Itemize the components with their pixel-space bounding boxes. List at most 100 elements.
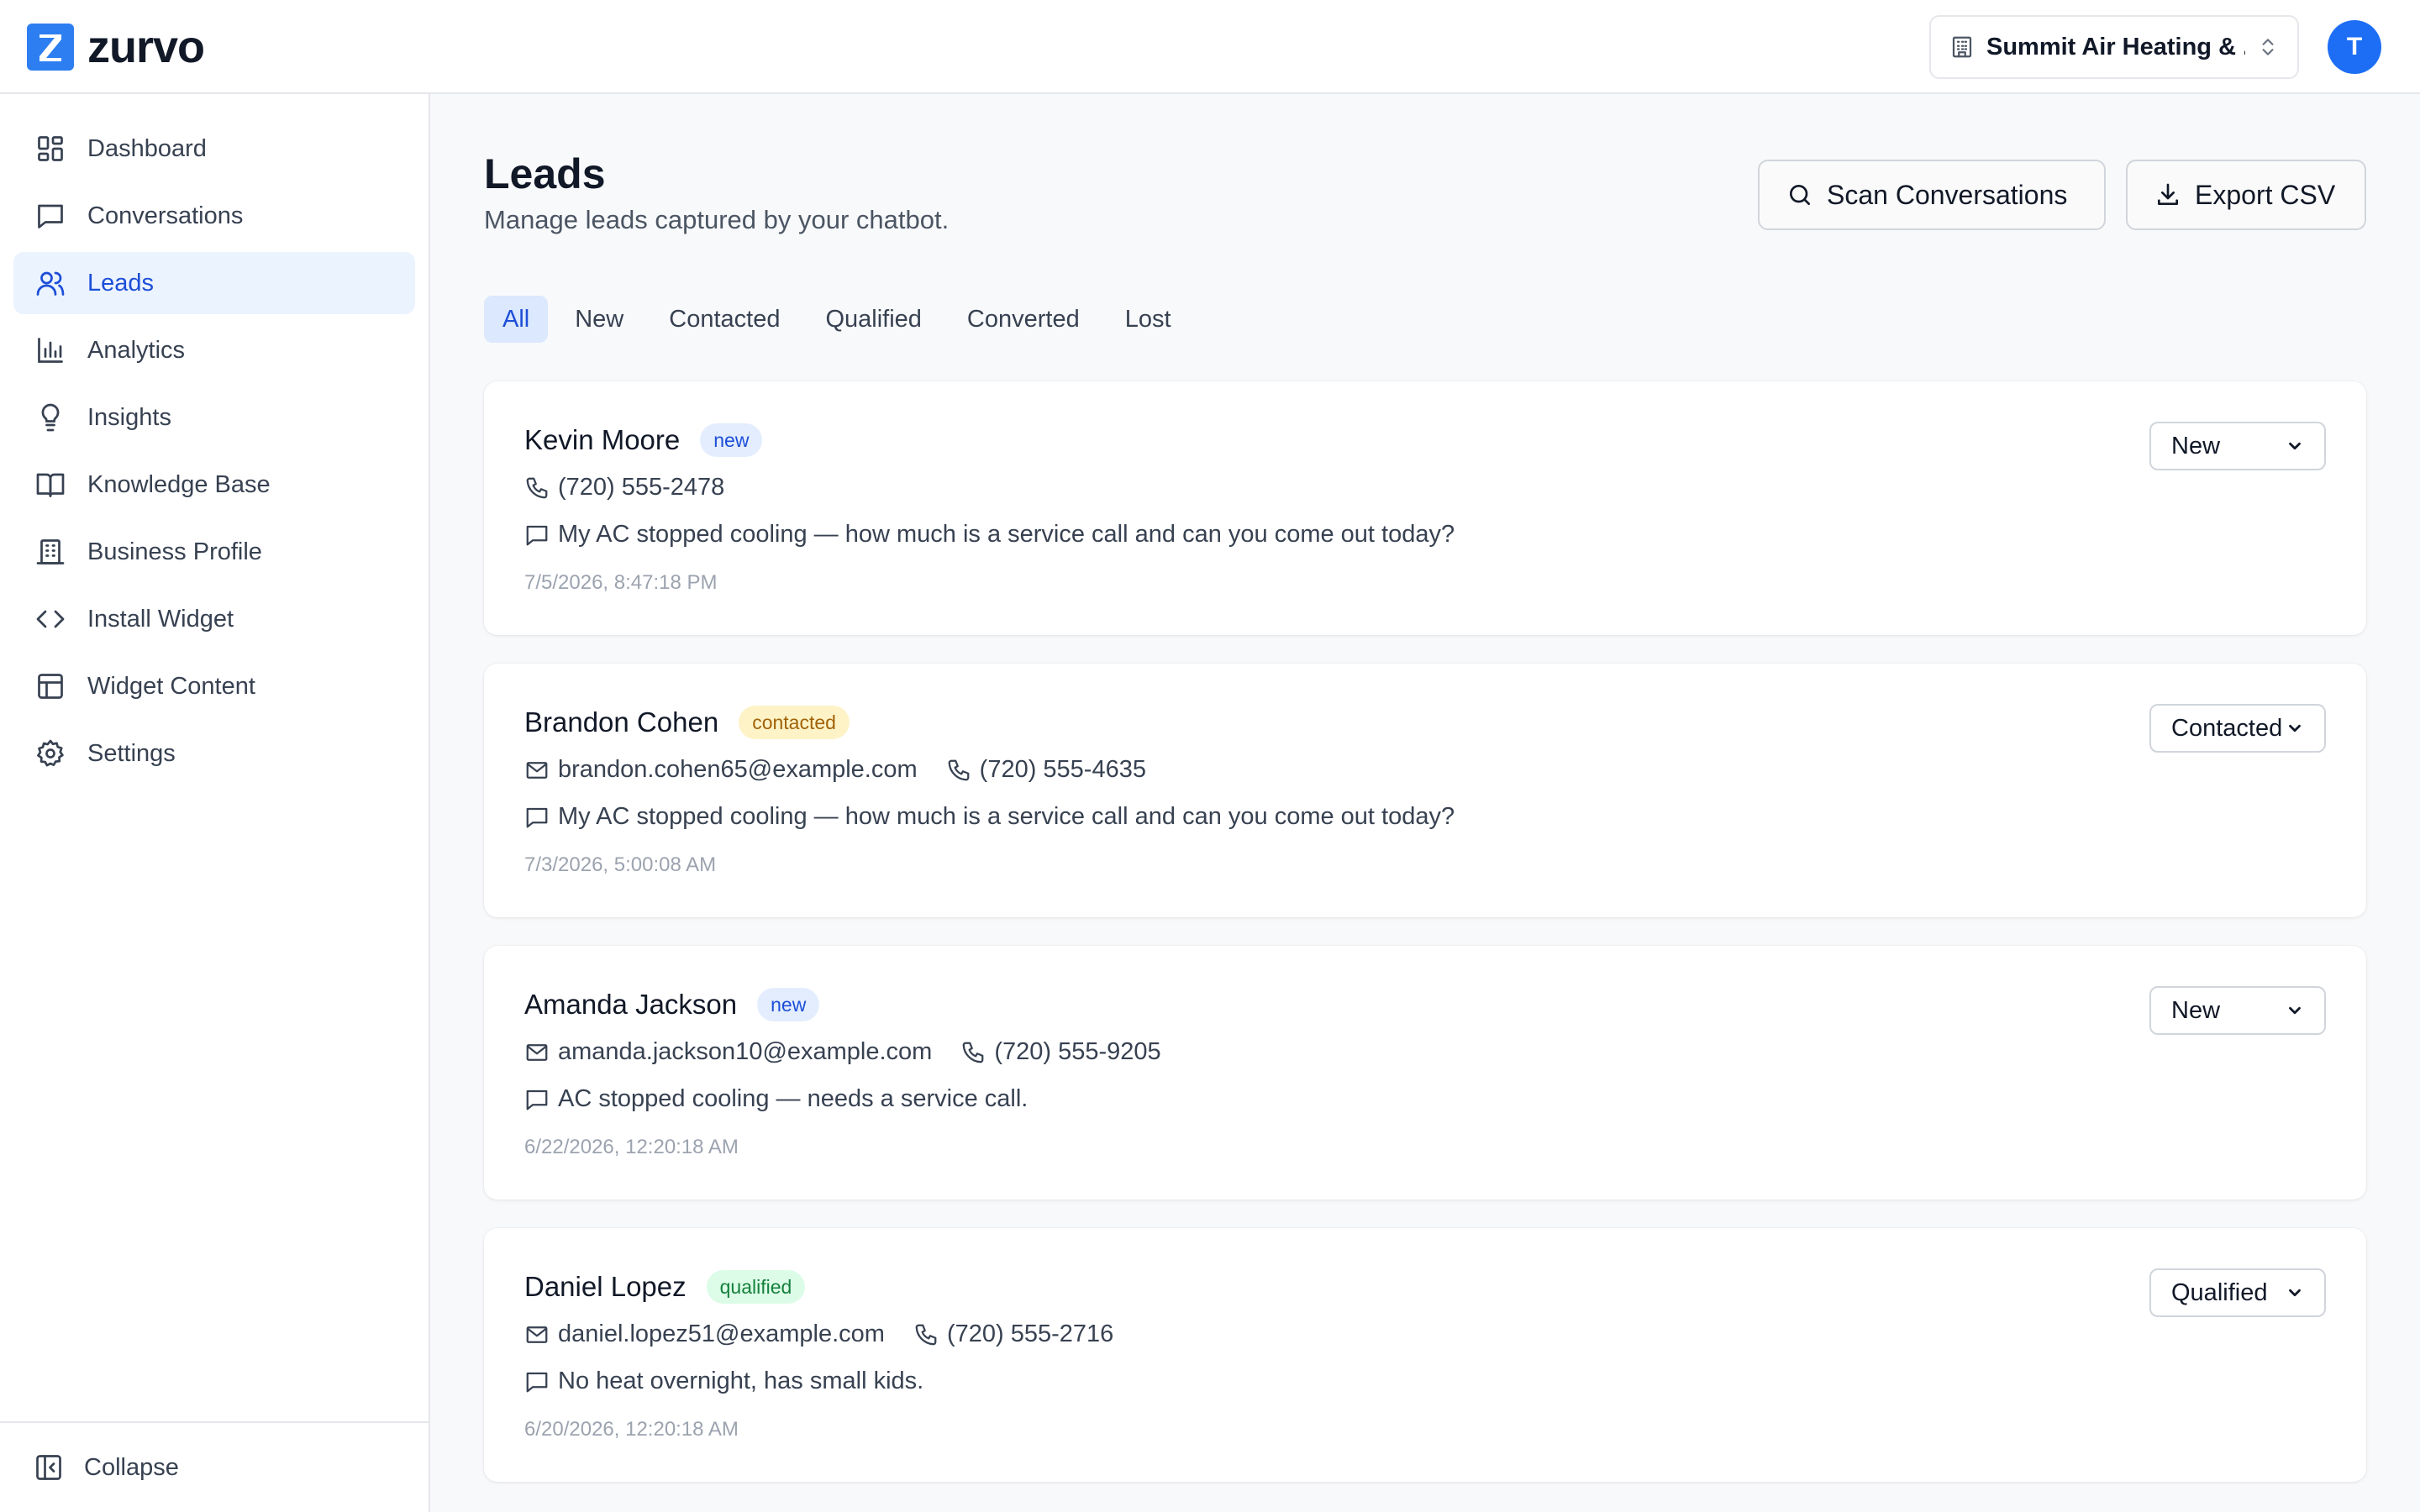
sidebar-item-label: Analytics — [87, 336, 186, 364]
sidebar-item-leads[interactable]: Leads — [13, 252, 415, 314]
top-bar: zurvo Summit Air Heating & ... T — [0, 0, 2420, 94]
lead-name: Kevin Moore — [524, 424, 681, 455]
book-icon — [34, 468, 67, 501]
building-icon — [1949, 34, 1975, 60]
sidebar-item-business-profile[interactable]: Business Profile — [13, 521, 415, 583]
tab-contacted[interactable]: Contacted — [650, 296, 798, 343]
tab-qualified[interactable]: Qualified — [807, 296, 939, 343]
lead-card[interactable]: Amanda Jackson new amanda.jackson10@exam… — [484, 946, 2366, 1200]
tab-lost[interactable]: Lost — [1107, 296, 1190, 343]
tab-converted[interactable]: Converted — [949, 296, 1098, 343]
sidebar-item-dashboard[interactable]: Dashboard — [13, 118, 415, 180]
lead-email[interactable]: daniel.lopez51@example.com — [524, 1320, 885, 1348]
avatar[interactable]: T — [2328, 20, 2381, 74]
lead-status-select[interactable]: Contacted — [2149, 704, 2326, 753]
layout-icon — [34, 669, 67, 703]
tab-all[interactable]: All — [484, 296, 549, 343]
message-icon — [524, 522, 550, 548]
mail-icon — [524, 758, 550, 783]
lead-status-select[interactable]: New — [2149, 422, 2326, 470]
lead-email[interactable]: amanda.jackson10@example.com — [524, 1038, 932, 1066]
message-icon — [524, 1369, 550, 1394]
logo[interactable]: zurvo — [27, 22, 205, 72]
business-switcher[interactable]: Summit Air Heating & ... — [1929, 15, 2299, 79]
sidebar-item-label: Knowledge Base — [87, 470, 271, 498]
sidebar-item-knowledge-base[interactable]: Knowledge Base — [13, 454, 415, 516]
chevron-down-icon — [2286, 719, 2304, 738]
lead-message-text: No heat overnight, has small kids. — [558, 1368, 924, 1394]
building-icon — [34, 535, 67, 569]
lead-phone[interactable]: (720) 555-4635 — [946, 756, 1146, 784]
sidebar-item-settings[interactable]: Settings — [13, 722, 415, 785]
sidebar-item-label: Dashboard — [87, 134, 207, 162]
phone-icon — [960, 1040, 986, 1065]
sidebar-item-conversations[interactable]: Conversations — [13, 185, 415, 247]
lead-message-text: AC stopped cooling — needs a service cal… — [558, 1085, 1028, 1112]
lead-message: No heat overnight, has small kids. — [524, 1368, 923, 1395]
lightbulb-icon — [34, 401, 67, 434]
sidebar-nav: Dashboard Conversations Leads Analytics … — [13, 118, 415, 790]
lead-list: Kevin Moore new (720) 555-2478 My AC sto… — [484, 381, 2366, 1510]
lead-status-value: Contacted — [2171, 714, 2283, 742]
lead-message-text: My AC stopped cooling — how much is a se… — [558, 803, 1455, 830]
status-filter-tabs: All New Contacted Qualified Converted Lo… — [484, 296, 1190, 343]
lead-phone[interactable]: (720) 555-9205 — [960, 1038, 1161, 1066]
sidebar-item-label: Install Widget — [87, 605, 234, 633]
chevron-down-icon — [2286, 1284, 2304, 1302]
lead-timestamp: 7/3/2026, 5:00:08 AM — [524, 853, 717, 876]
phone-icon — [946, 758, 971, 783]
sidebar-item-label: Settings — [87, 739, 176, 767]
lead-phone[interactable]: (720) 555-2716 — [913, 1320, 1113, 1348]
lead-timestamp: 6/22/2026, 12:20:18 AM — [524, 1136, 739, 1158]
search-icon — [1786, 181, 1813, 208]
scan-conversations-label: Scan Conversations — [1827, 179, 2068, 210]
lead-phone-text: (720) 555-2478 — [558, 474, 725, 501]
sidebar-item-analytics[interactable]: Analytics — [13, 319, 415, 381]
chevron-down-icon — [2286, 1001, 2304, 1020]
lead-email[interactable]: brandon.cohen65@example.com — [524, 756, 918, 784]
message-icon — [34, 199, 67, 233]
sidebar-item-label: Widget Content — [87, 672, 255, 700]
logo-text: zurvo — [87, 22, 205, 72]
collapse-label: Collapse — [84, 1453, 179, 1481]
sidebar-item-widget-content[interactable]: Widget Content — [13, 655, 415, 717]
lead-timestamp: 7/5/2026, 8:47:18 PM — [524, 571, 718, 594]
chevrons-up-down-icon — [2257, 34, 2279, 60]
lead-status-select[interactable]: New — [2149, 986, 2326, 1035]
sidebar-item-label: Insights — [87, 403, 171, 431]
code-icon — [34, 602, 67, 636]
lead-card[interactable]: Kevin Moore new (720) 555-2478 My AC sto… — [484, 381, 2366, 635]
export-csv-button[interactable]: Export CSV — [2126, 160, 2366, 230]
users-icon — [34, 266, 67, 300]
tab-new[interactable]: New — [556, 296, 642, 343]
lead-status-select[interactable]: Qualified — [2149, 1268, 2326, 1317]
lead-phone-text: (720) 555-9205 — [994, 1038, 1161, 1065]
lead-message: My AC stopped cooling — how much is a se… — [524, 521, 1455, 549]
lead-phone[interactable]: (720) 555-2478 — [524, 474, 724, 501]
page-subtitle: Manage leads captured by your chatbot. — [484, 205, 950, 234]
sidebar-item-insights[interactable]: Insights — [13, 386, 415, 449]
bar-chart-icon — [34, 333, 67, 367]
lead-status-value: New — [2171, 996, 2221, 1024]
sidebar: Dashboard Conversations Leads Analytics … — [0, 94, 430, 1512]
scan-conversations-button[interactable]: Scan Conversations — [1758, 160, 2106, 230]
page-title: Leads — [484, 150, 606, 197]
collapse-icon — [34, 1452, 64, 1483]
status-badge: qualified — [706, 1270, 806, 1304]
lead-message-text: My AC stopped cooling — how much is a se… — [558, 521, 1455, 548]
lead-timestamp: 6/20/2026, 12:20:18 AM — [524, 1418, 739, 1441]
chevron-down-icon — [2286, 437, 2304, 455]
lead-phone-text: (720) 555-2716 — [946, 1320, 1114, 1347]
dashboard-icon — [34, 132, 67, 165]
sidebar-item-install-widget[interactable]: Install Widget — [13, 588, 415, 650]
mail-icon — [524, 1040, 550, 1065]
phone-icon — [913, 1322, 939, 1347]
lead-message: My AC stopped cooling — how much is a se… — [524, 803, 1455, 831]
lead-name: Brandon Cohen — [524, 706, 719, 738]
collapse-button[interactable]: Collapse — [0, 1421, 429, 1512]
lead-card[interactable]: Brandon Cohen contacted brandon.cohen65@… — [484, 664, 2366, 917]
phone-icon — [524, 475, 550, 501]
business-name: Summit Air Heating & ... — [1986, 33, 2245, 60]
lead-card[interactable]: Daniel Lopez qualified daniel.lopez51@ex… — [484, 1228, 2366, 1482]
gear-icon — [34, 737, 67, 770]
